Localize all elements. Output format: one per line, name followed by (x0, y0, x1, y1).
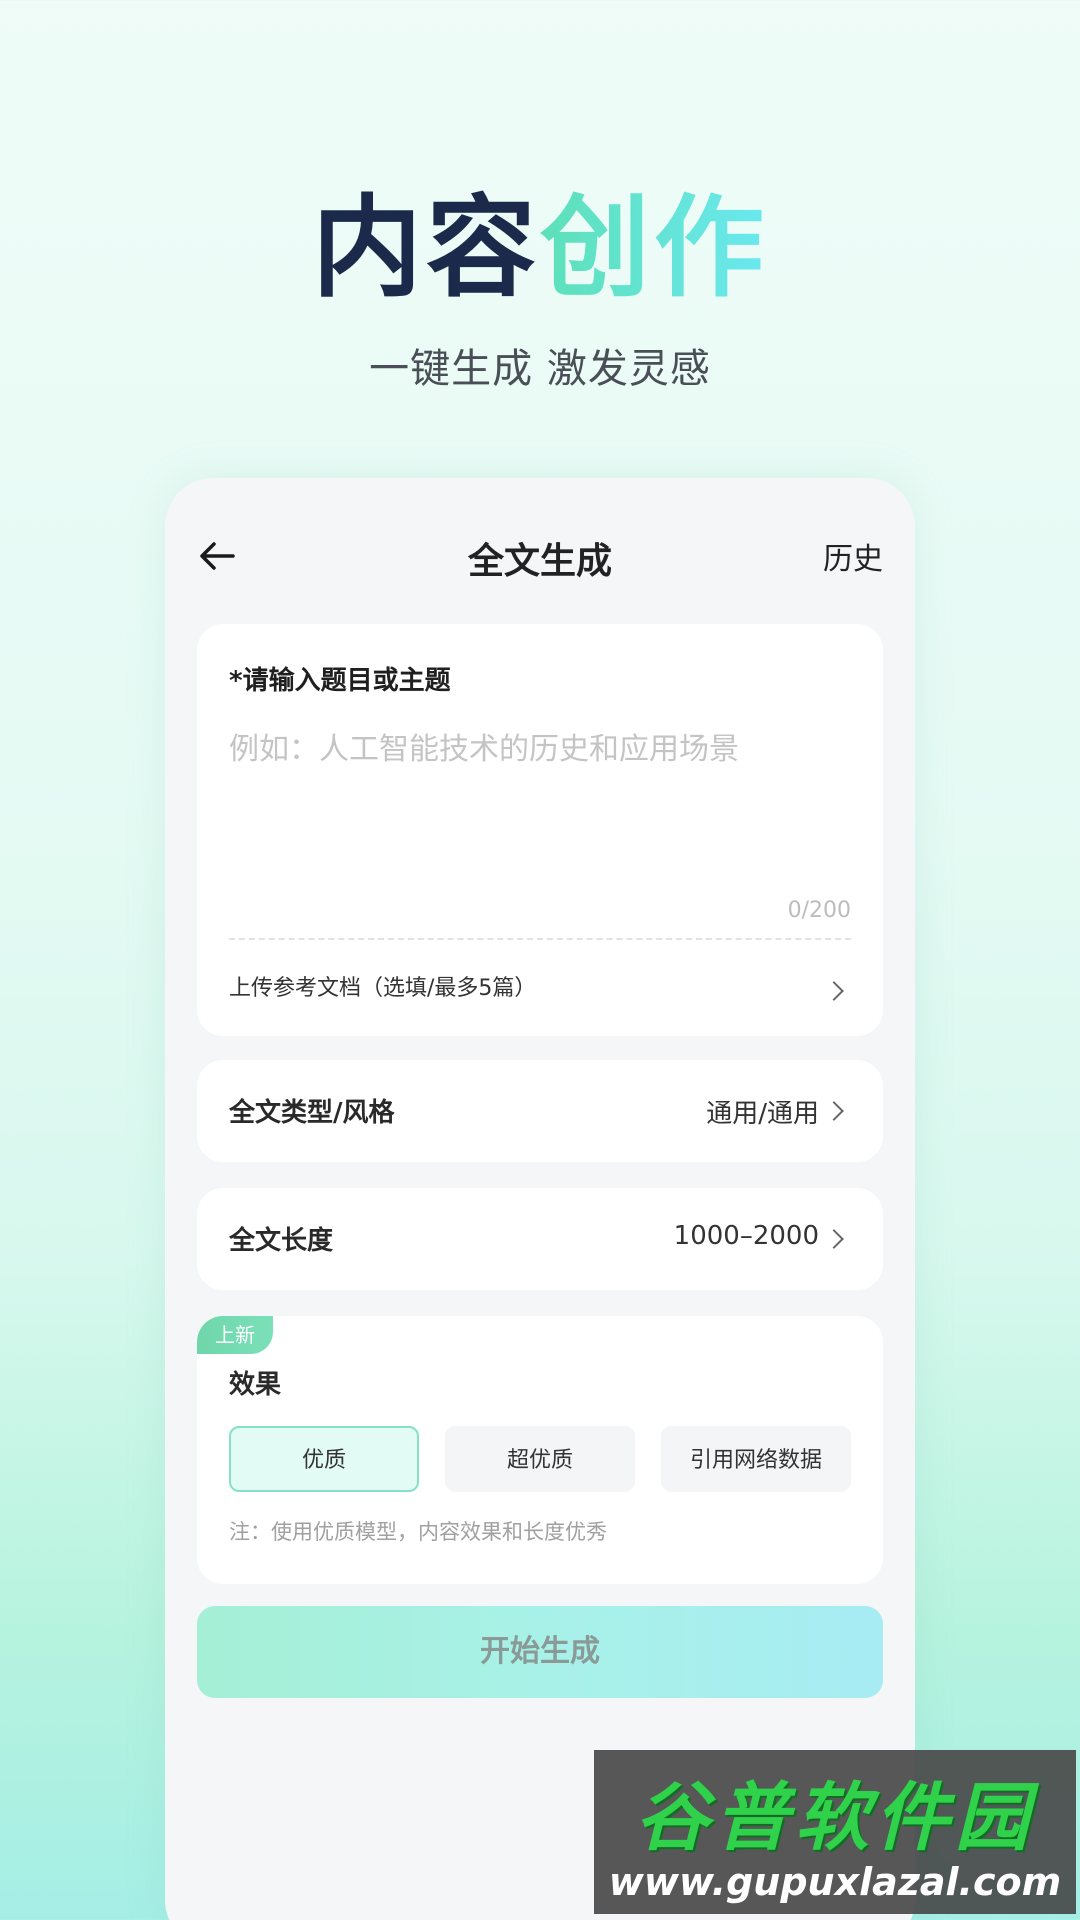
hero-title: 内容创作 (0, 188, 1080, 308)
type-style-row[interactable]: 全文类型/风格 通用/通用 (197, 1060, 883, 1162)
char-counter: 0/200 (787, 898, 851, 923)
effect-option-web-data[interactable]: 引用网络数据 (661, 1426, 851, 1492)
watermark: 谷普软件园 www.gupuxlazal.com (594, 1750, 1076, 1914)
chevron-right-icon (824, 1101, 844, 1121)
hero-subtitle: 一键生成 激发灵感 (369, 346, 711, 392)
length-label: 全文长度 (229, 1226, 334, 1256)
watermark-logo: 谷普软件园 (635, 1775, 1035, 1861)
type-style-label: 全文类型/风格 (229, 1098, 395, 1128)
watermark-url: www.gupuxlazal.com (608, 1860, 1062, 1904)
effect-label: 效果 (229, 1370, 282, 1400)
effect-options: 优质 超优质 引用网络数据 (229, 1426, 851, 1492)
upload-document-label: 上传参考文档（选填/最多5篇） (229, 976, 537, 1001)
topic-card: *请输入题目或主题 0/200 上传参考文档（选填/最多5篇） (197, 624, 883, 1036)
new-badge: 上新 (197, 1316, 273, 1354)
effect-option-quality[interactable]: 优质 (229, 1426, 419, 1492)
effect-option-super-quality[interactable]: 超优质 (445, 1426, 635, 1492)
effect-note: 注：使用优质模型，内容效果和长度优秀 (229, 1520, 607, 1544)
length-value: 1000–2000 (673, 1221, 819, 1251)
hero-title-accent: 创作 (540, 184, 768, 312)
app-screen: 全文生成 历史 *请输入题目或主题 0/200 上传参考文档（选填/最多5篇） … (165, 478, 915, 1920)
nav-bar: 全文生成 历史 (165, 526, 915, 586)
topic-label: *请输入题目或主题 (229, 666, 451, 696)
history-button[interactable]: 历史 (823, 534, 883, 578)
dashed-divider (229, 938, 851, 940)
length-row[interactable]: 全文长度 1000–2000 (197, 1188, 883, 1290)
hero-title-dark: 内容 (312, 184, 540, 312)
type-style-value: 通用/通用 (706, 1099, 819, 1129)
upload-document-row[interactable]: 上传参考文档（选填/最多5篇） (197, 954, 883, 1026)
page-title: 全文生成 (467, 541, 612, 582)
chevron-right-icon (824, 981, 844, 1001)
topic-input[interactable] (229, 724, 851, 874)
chevron-right-icon (824, 1229, 844, 1249)
effect-card: 上新 效果 优质 超优质 引用网络数据 注：使用优质模型，内容效果和长度优秀 (197, 1316, 883, 1584)
start-generate-button[interactable]: 开始生成 (197, 1606, 883, 1698)
